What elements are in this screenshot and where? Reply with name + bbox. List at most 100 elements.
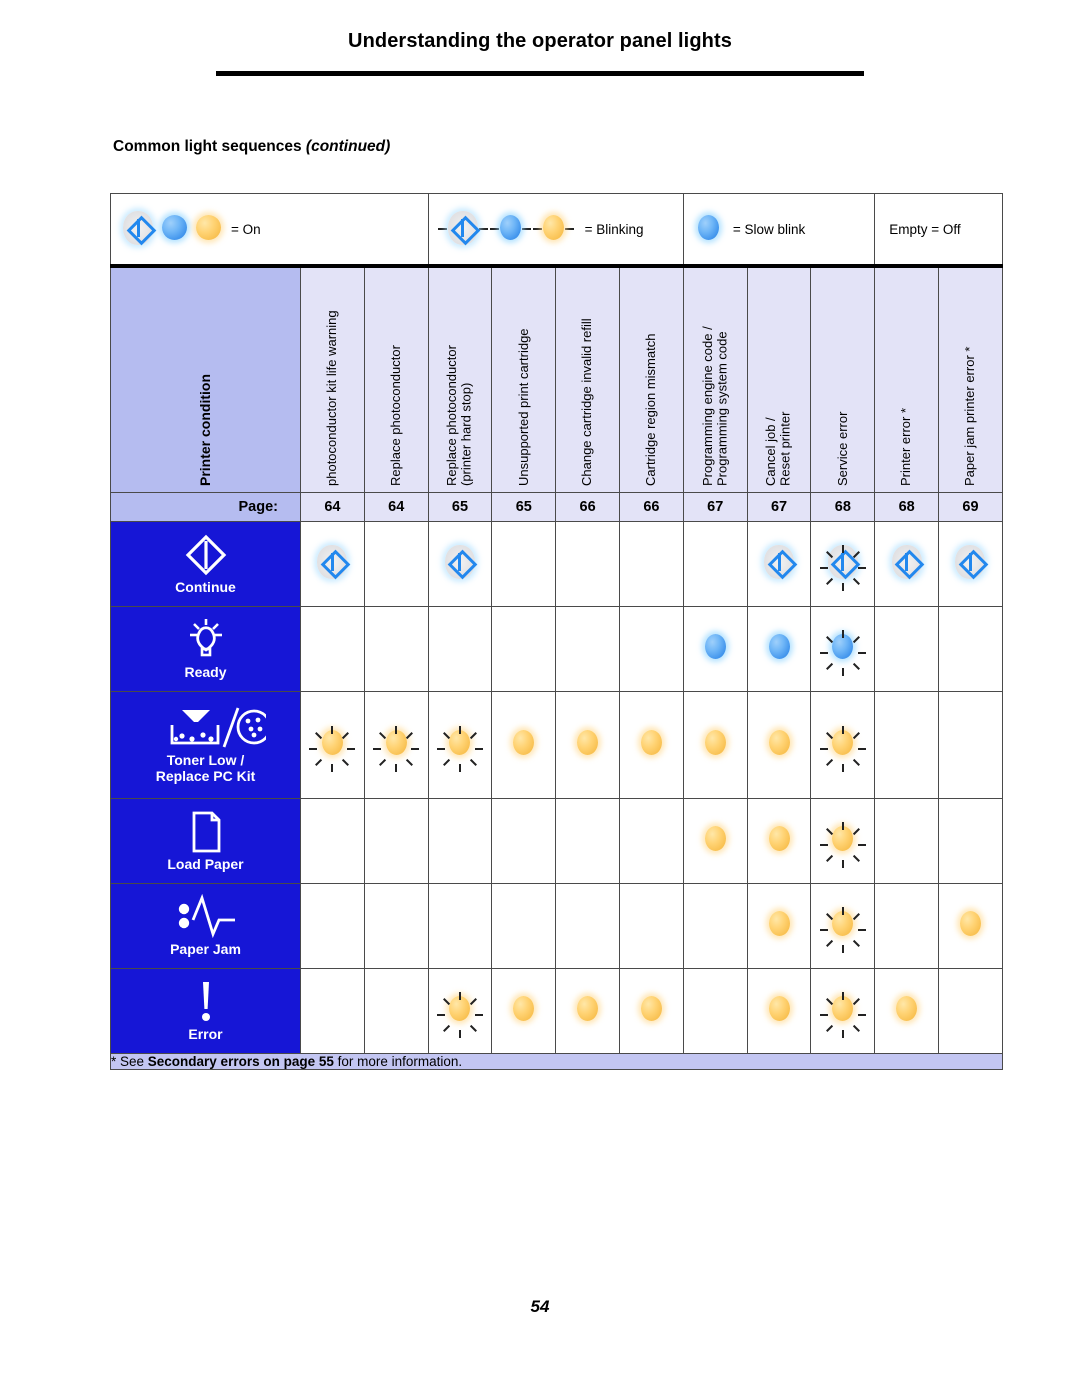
amber-on-indicator	[513, 730, 535, 760]
state-cell-continue-2	[427, 521, 493, 607]
condition-label: Load Paper	[167, 856, 244, 873]
column-header-1: Replace photoconductor	[363, 265, 429, 493]
footnote-reference: Secondary errors on page 55	[147, 1054, 334, 1069]
legend-slow-blink-cell: = Slow blink	[682, 193, 876, 268]
continue-blink-indicator	[819, 544, 866, 591]
condition-row-ready: Ready	[110, 606, 1003, 692]
column-header-5: Cartridge region mismatch	[618, 265, 684, 493]
column-header-label: Replace photoconductor (printer hard sto…	[444, 345, 474, 486]
blue-slow-blink-icon	[697, 215, 719, 243]
column-header-label: Programming engine code / Programming sy…	[699, 326, 730, 486]
continue-on-indicator	[444, 544, 475, 584]
page-header: Understanding the operator panel lights	[0, 0, 1080, 76]
condition-label: Toner Low / Replace PC Kit	[155, 752, 256, 784]
amber-on-indicator	[577, 730, 599, 760]
condition-cell-paper-jam: Paper Jam	[110, 883, 301, 969]
state-cell-ready-5	[618, 606, 684, 692]
amber-on-icon	[196, 215, 221, 243]
column-header-row: Printer condition photoconductor kit lif…	[110, 265, 1003, 493]
state-cell-load-paper-9	[874, 798, 940, 884]
column-header-9: Printer error *	[874, 265, 940, 493]
state-cell-ready-4	[555, 606, 620, 692]
section-title-text: Common light sequences	[113, 138, 306, 155]
condition-label: Continue	[175, 579, 236, 596]
paper-jam-icon	[111, 894, 300, 940]
page-title: Understanding the operator panel lights	[348, 30, 732, 52]
amber-blink-indicator	[436, 992, 483, 1038]
page-folio: 54	[530, 1297, 550, 1316]
amber-on-indicator	[768, 730, 790, 760]
error-exclamation-icon	[111, 979, 300, 1025]
state-cell-ready-1	[363, 606, 429, 692]
page-number-cell: 64	[363, 492, 429, 522]
amber-blink-indicator	[373, 726, 420, 772]
column-header-label: photoconductor kit life warning	[324, 310, 340, 486]
state-cell-paper-jam-8	[810, 883, 876, 969]
amber-blink-indicator	[436, 726, 483, 772]
condition-row-toner-low: Toner Low / Replace PC Kit	[110, 691, 1003, 799]
section-title: Common light sequences (continued)	[113, 138, 1080, 156]
state-cell-toner-low-7	[746, 691, 812, 799]
condition-label: Error	[188, 1026, 223, 1043]
amber-on-indicator	[513, 996, 535, 1026]
column-header-label: Service error	[834, 411, 850, 486]
amber-blink-indicator	[819, 907, 866, 953]
condition-cell-ready: Ready	[110, 606, 301, 692]
continue-diamond-icon	[111, 532, 300, 578]
page-row-label: Page:	[110, 492, 301, 522]
state-cell-toner-low-4	[555, 691, 620, 799]
amber-blink-indicator	[819, 992, 866, 1038]
state-cell-toner-low-2	[427, 691, 493, 799]
state-cell-paper-jam-2	[427, 883, 493, 969]
state-cell-continue-6	[682, 521, 748, 607]
state-cell-continue-3	[491, 521, 557, 607]
state-cell-error-9	[874, 968, 940, 1054]
legend-off-label: Empty = Off	[889, 221, 961, 237]
header-divider	[216, 71, 864, 76]
column-header-label: Printer error *	[898, 407, 914, 486]
blue-on-icon	[162, 215, 187, 243]
state-cell-load-paper-4	[555, 798, 620, 884]
footnote-row: * See Secondary errors on page 55 for mo…	[110, 1053, 1003, 1070]
page-number-cell: 64	[300, 492, 365, 522]
column-header-8: Service error	[810, 265, 876, 493]
state-cell-paper-jam-10	[938, 883, 1003, 969]
continue-blink-icon	[447, 210, 478, 248]
state-cell-toner-low-8	[810, 691, 876, 799]
state-cell-ready-3	[491, 606, 557, 692]
amber-on-indicator	[704, 826, 726, 856]
column-header-3: Unsupported print cartridge	[491, 265, 557, 493]
state-cell-error-7	[746, 968, 812, 1054]
state-cell-continue-9	[874, 521, 940, 607]
legend-on-cell: = On	[110, 193, 429, 268]
continue-on-indicator	[955, 544, 986, 584]
footnote-cell: * See Secondary errors on page 55 for mo…	[110, 1053, 1003, 1070]
state-cell-ready-6	[682, 606, 748, 692]
column-header-label: Replace photoconductor	[387, 345, 403, 486]
state-cell-continue-7	[746, 521, 812, 607]
state-cell-ready-7	[746, 606, 812, 692]
page-number-cell: 69	[938, 492, 1003, 522]
ready-bulb-icon	[111, 617, 300, 663]
column-header-7: Cancel job / Reset printer	[746, 265, 812, 493]
column-header-label: Unsupported print cartridge	[515, 328, 531, 486]
state-cell-error-10	[938, 968, 1003, 1054]
condition-label: Paper Jam	[170, 941, 241, 958]
continue-on-indicator	[317, 544, 348, 584]
condition-cell-error: Error	[110, 968, 301, 1054]
legend-slow-blink-label: = Slow blink	[732, 221, 806, 237]
light-sequences-table: = On = Blinking = Slow blink Empty = Off…	[110, 193, 1003, 1070]
state-cell-toner-low-5	[618, 691, 684, 799]
state-cell-error-4	[555, 968, 620, 1054]
ready-on-indicator	[768, 634, 790, 664]
state-cell-toner-low-3	[491, 691, 557, 799]
state-cell-paper-jam-1	[363, 883, 429, 969]
page-number-cell: 67	[682, 492, 748, 522]
condition-row-load-paper: Load Paper	[110, 798, 1003, 884]
state-cell-continue-10	[938, 521, 1003, 607]
amber-blink-indicator	[819, 822, 866, 868]
column-header-0: photoconductor kit life warning	[300, 265, 365, 493]
legend-on-label: = On	[231, 221, 261, 237]
state-cell-continue-8	[810, 521, 876, 607]
state-cell-continue-4	[555, 521, 620, 607]
